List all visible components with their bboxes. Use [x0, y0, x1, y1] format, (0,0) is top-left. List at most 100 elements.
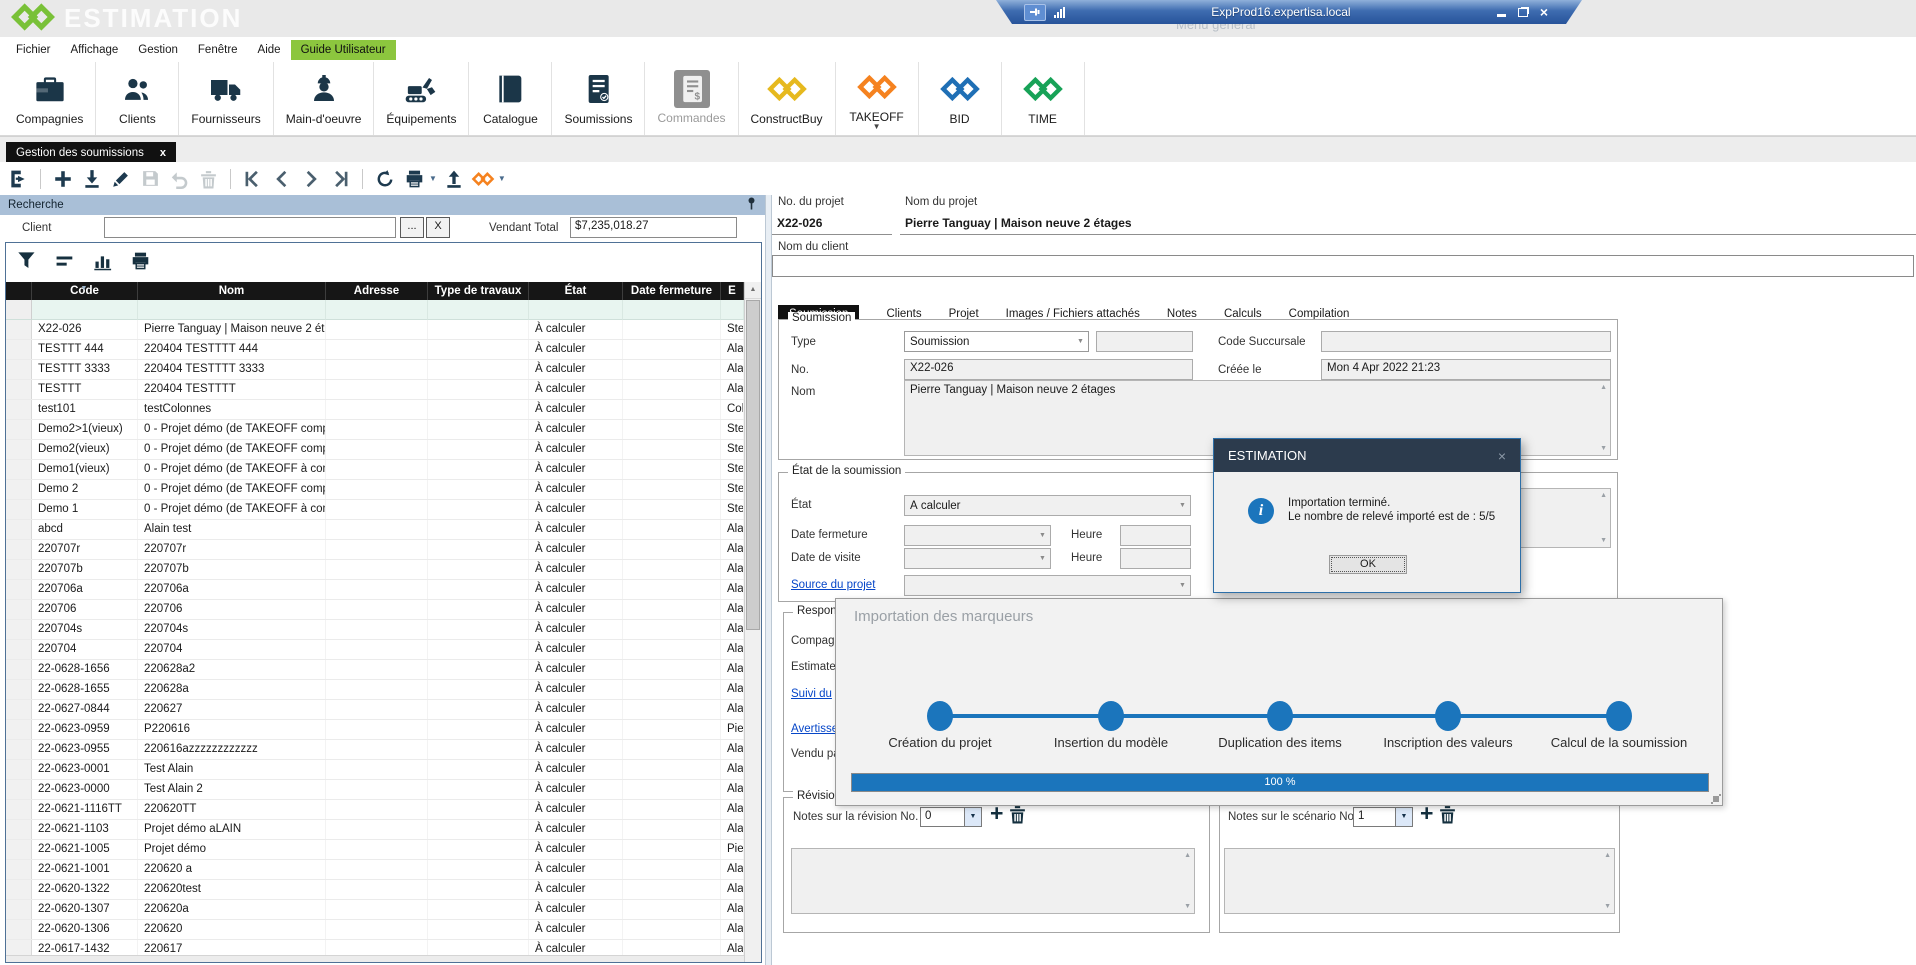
- table-row[interactable]: 22-0620-1307220620aÀ calculerAlai: [6, 900, 744, 920]
- date-fermeture-combobox[interactable]: ▼: [904, 525, 1051, 546]
- revision-number-select[interactable]: 0 ▼: [920, 807, 982, 827]
- toolbar-button-quipements[interactable]: Équipements: [374, 62, 469, 135]
- scenario-notes-textarea[interactable]: ▲▼: [1224, 848, 1615, 914]
- table-row[interactable]: 22-0621-1103Projet démo aLAINÀ calculerA…: [6, 820, 744, 840]
- filter-cell[interactable]: [529, 300, 623, 320]
- column-header-adresse[interactable]: Adresse: [326, 282, 428, 300]
- exit-door-icon[interactable]: [6, 167, 30, 191]
- table-row[interactable]: Demo2(vieux)0 - Projet démo (de TAKEOFF …: [6, 440, 744, 460]
- scenario-number-select[interactable]: 1 ▼: [1353, 807, 1413, 827]
- table-row[interactable]: 22-0623-0001Test AlainÀ calculerAlai: [6, 760, 744, 780]
- toolbar-button-takeoff[interactable]: TAKEOFF▼: [836, 62, 919, 135]
- link-avertisse[interactable]: Avertisse: [791, 723, 838, 735]
- client-browse-button[interactable]: ...: [400, 217, 424, 238]
- table-row[interactable]: 22-0620-1322220620testÀ calculerAlai: [6, 880, 744, 900]
- chevron-down-icon[interactable]: ▼: [873, 125, 881, 129]
- diamonds-icon[interactable]: [471, 167, 495, 191]
- filter-cell[interactable]: [623, 300, 721, 320]
- table-row[interactable]: Demo1(vieux)0 - Projet démo (de TAKEOFF …: [6, 460, 744, 480]
- horizontal-scrollbar[interactable]: [6, 955, 744, 962]
- printer-icon[interactable]: [402, 167, 426, 191]
- source-projet-combobox[interactable]: ▼: [904, 575, 1191, 596]
- table-row[interactable]: abcdAlain testÀ calculerAlai: [6, 520, 744, 540]
- column-header-code[interactable]: Code▼: [32, 282, 138, 300]
- table-row[interactable]: 220706a220706aÀ calculerAlai: [6, 580, 744, 600]
- panel-splitter[interactable]: [765, 195, 772, 965]
- chevron-down-icon[interactable]: ▼: [1395, 808, 1412, 826]
- table-row[interactable]: 22-0623-0955220616azzzzzzzzzzzzÀ calcule…: [6, 740, 744, 760]
- menu-item-aide[interactable]: Aide: [248, 40, 291, 60]
- chevron-down-icon[interactable]: ▼: [498, 174, 506, 183]
- chevron-down-icon[interactable]: ▼: [1175, 502, 1190, 509]
- scroll-down-icon[interactable]: ▼: [1600, 445, 1607, 452]
- column-header-tat[interactable]: État: [529, 282, 623, 300]
- filter-cell[interactable]: [138, 300, 326, 320]
- menu-item-guide-utilisateur[interactable]: Guide Utilisateur: [291, 40, 396, 60]
- toolbar-button-constructbuy[interactable]: ConstructBuy: [739, 62, 836, 135]
- etat-combobox[interactable]: À calculer ▼: [904, 495, 1191, 516]
- table-row[interactable]: 22-0623-0000Test Alain 2À calculerAlai: [6, 780, 744, 800]
- chevron-down-icon[interactable]: ▼: [964, 808, 981, 826]
- column-header-selector[interactable]: [6, 282, 32, 300]
- dialog-titlebar[interactable]: ESTIMATION ×: [1214, 439, 1520, 472]
- toolbar-button-soumissions[interactable]: Soumissions: [552, 62, 645, 135]
- vertical-scrollbar[interactable]: ▲: [744, 282, 761, 962]
- table-row[interactable]: 220707r220707rÀ calculerAlai: [6, 540, 744, 560]
- rows-icon[interactable]: [54, 252, 76, 273]
- nav-next-icon[interactable]: [299, 167, 323, 191]
- toolbar-button-clients[interactable]: Clients: [96, 62, 179, 135]
- column-header-date-fermeture[interactable]: Date fermeture: [623, 282, 721, 300]
- chevron-down-icon[interactable]: ▼: [429, 174, 437, 183]
- link-suivi-du[interactable]: Suivi du: [791, 688, 832, 700]
- ok-button[interactable]: OK: [1329, 555, 1407, 574]
- table-row[interactable]: 22-0621-1001220620 aÀ calculerAlai: [6, 860, 744, 880]
- filter-cell[interactable]: [428, 300, 529, 320]
- table-row[interactable]: 22-0621-1116TT220620TTÀ calculerAlai: [6, 800, 744, 820]
- table-row[interactable]: Demo 10 - Projet démo (de TAKEOFF à comp…: [6, 500, 744, 520]
- toolbar-button-time[interactable]: TIME: [1002, 62, 1085, 135]
- refresh-icon[interactable]: [373, 167, 397, 191]
- toolbar-button-fournisseurs[interactable]: Fournisseurs: [179, 62, 273, 135]
- scroll-up-icon[interactable]: ▲: [1600, 384, 1607, 391]
- menu-item-gestion[interactable]: Gestion: [128, 40, 188, 60]
- tab-clients[interactable]: Clients: [886, 308, 921, 320]
- add-scenario-button[interactable]: +: [1420, 803, 1433, 823]
- client-clear-button[interactable]: X: [426, 217, 450, 238]
- table-row[interactable]: 22-0627-0844220627À calculerAlai: [6, 700, 744, 720]
- upload-icon[interactable]: [442, 167, 466, 191]
- nav-first-icon[interactable]: [241, 167, 265, 191]
- table-row[interactable]: 220707b220707bÀ calculerAlai: [6, 560, 744, 580]
- table-row[interactable]: TESTTT220404 TESTTTTÀ calculerAlai: [6, 380, 744, 400]
- table-row[interactable]: 220704220704À calculerAlai: [6, 640, 744, 660]
- filter-cell[interactable]: [32, 300, 138, 320]
- scroll-up-icon[interactable]: ▲: [745, 282, 761, 299]
- filter-cell[interactable]: [326, 300, 428, 320]
- table-row[interactable]: test101testColonnesÀ calculerColo: [6, 400, 744, 420]
- table-row[interactable]: 22-0628-1656220628a2À calculerAlai: [6, 660, 744, 680]
- table-row[interactable]: 220704s220704sÀ calculerAlai: [6, 620, 744, 640]
- heure-visite-field[interactable]: [1120, 548, 1191, 569]
- table-row[interactable]: TESTTT 3333220404 TESTTTT 3333À calculer…: [6, 360, 744, 380]
- table-row[interactable]: 22-0617-1432220617À calculerAlai: [6, 940, 744, 955]
- scrollbar-thumb[interactable]: [746, 300, 760, 630]
- close-icon[interactable]: ×: [1498, 448, 1506, 464]
- menu-item-fen-tre[interactable]: Fenêtre: [188, 40, 248, 60]
- printer-icon[interactable]: [130, 251, 151, 274]
- minimize-icon[interactable]: [1497, 14, 1506, 17]
- nav-last-icon[interactable]: [328, 167, 352, 191]
- tab-notes[interactable]: Notes: [1167, 308, 1197, 320]
- toolbar-button-bid[interactable]: BID: [919, 62, 1002, 135]
- table-row[interactable]: Demo 20 - Projet démo (de TAKEOFF complé…: [6, 480, 744, 500]
- chevron-down-icon[interactable]: ▼: [1073, 338, 1088, 345]
- delete-revision-button[interactable]: [1008, 804, 1027, 827]
- table-row[interactable]: 220706220706À calculerAlai: [6, 600, 744, 620]
- restore-icon[interactable]: [1518, 8, 1528, 17]
- menu-item-affichage[interactable]: Affichage: [61, 40, 129, 60]
- client-input[interactable]: [104, 217, 396, 238]
- menu-item-fichier[interactable]: Fichier: [6, 40, 61, 60]
- toolbar-button-main-d-oeuvre[interactable]: Main-d'oeuvre: [274, 62, 375, 135]
- toolbar-button-catalogue[interactable]: Catalogue: [469, 62, 552, 135]
- close-icon[interactable]: ×: [1540, 7, 1548, 17]
- tab-gestion-des-soumissions[interactable]: Gestion des soumissions x: [6, 142, 176, 163]
- nav-prev-icon[interactable]: [270, 167, 294, 191]
